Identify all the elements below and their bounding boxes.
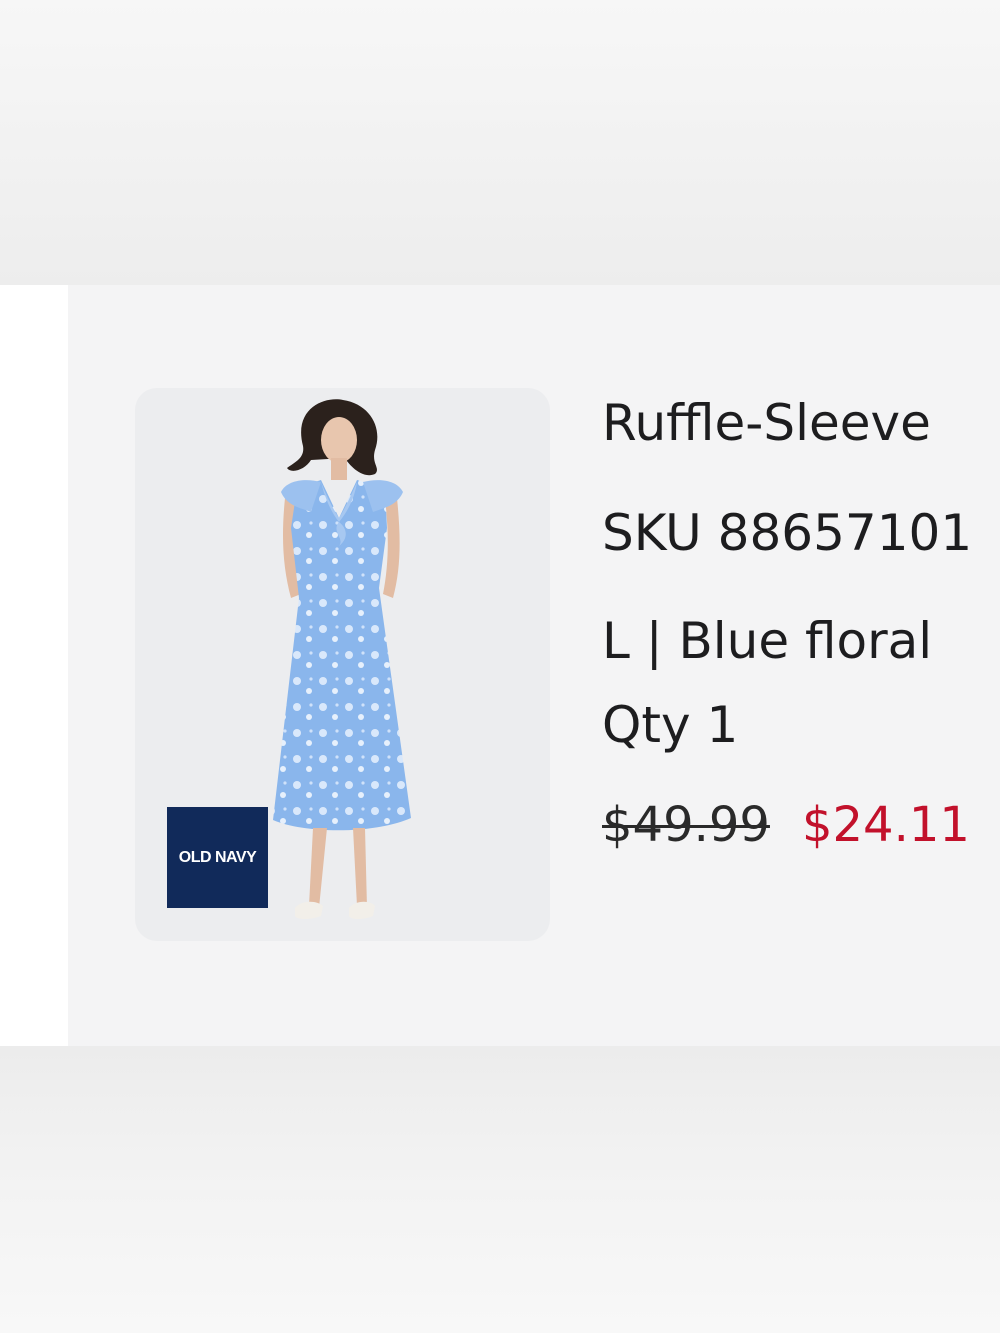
product-quantity: Qty 1 [602,696,739,754]
sale-price: $24.11 [801,797,970,853]
product-title[interactable]: Ruffle-Sleeve [602,393,931,453]
original-price: $49.99 [602,797,770,853]
left-margin [0,285,68,1046]
price-row: $49.99 $24.11 [602,795,970,855]
blurred-background-top [0,0,1000,285]
product-image[interactable]: OLD NAVY [135,388,550,941]
brand-logo: OLD NAVY [167,807,268,908]
order-item-card[interactable]: OLD NAVY Ruffle-Sleeve SKU 88657101 L | … [68,285,1000,1046]
product-variant: L | Blue floral [602,612,933,670]
blurred-background-bottom [0,1046,1000,1333]
product-sku: SKU 88657101 [602,504,973,562]
